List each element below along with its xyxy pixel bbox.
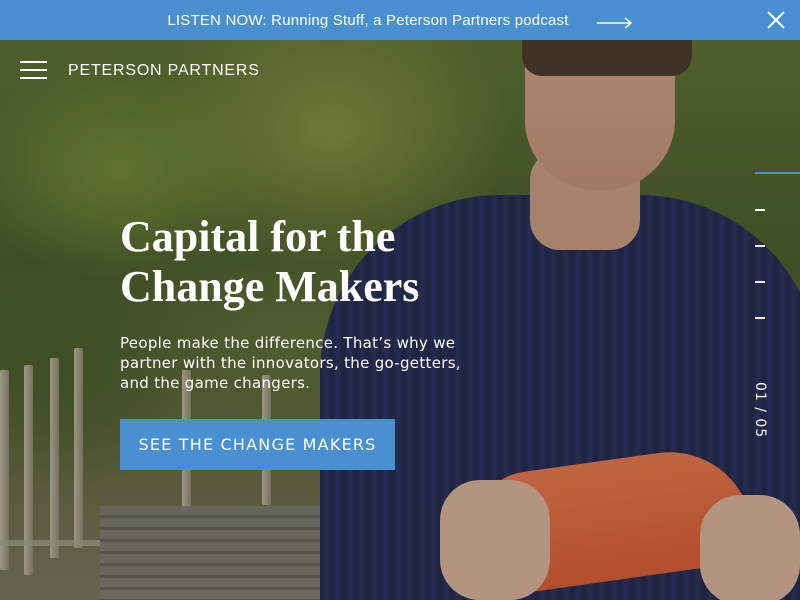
headline-line-2: Change Makers bbox=[120, 262, 420, 311]
headline-line-1: Capital for the bbox=[120, 212, 396, 261]
hamburger-menu-icon[interactable] bbox=[20, 61, 47, 81]
hero-background bbox=[0, 40, 800, 600]
arrow-right-icon[interactable] bbox=[596, 14, 633, 29]
slide-indicator[interactable] bbox=[755, 281, 765, 283]
hero-overlay bbox=[0, 40, 800, 600]
banner-text[interactable]: LISTEN NOW: Running Stuff, a Peterson Pa… bbox=[167, 12, 568, 29]
logo-part-1: PETERSON bbox=[68, 62, 163, 79]
slide-counter: 01 / 05 bbox=[752, 382, 768, 439]
logo[interactable]: PETERSON PARTNERS bbox=[68, 62, 260, 80]
close-icon[interactable] bbox=[766, 10, 786, 30]
hero-subtext: People make the difference. That’s why w… bbox=[120, 334, 461, 392]
podcast-banner[interactable]: LISTEN NOW: Running Stuff, a Peterson Pa… bbox=[0, 0, 800, 40]
slide-indicator[interactable] bbox=[755, 245, 765, 247]
hero-headline: Capital for the Change Makers bbox=[120, 212, 480, 312]
logo-part-2: PARTNERS bbox=[167, 62, 260, 79]
slide-indicator[interactable] bbox=[755, 317, 765, 319]
slide-indicator-active[interactable] bbox=[755, 172, 800, 174]
see-change-makers-button[interactable]: SEE THE CHANGE MAKERS bbox=[120, 419, 395, 470]
slide-indicator[interactable] bbox=[755, 209, 765, 211]
